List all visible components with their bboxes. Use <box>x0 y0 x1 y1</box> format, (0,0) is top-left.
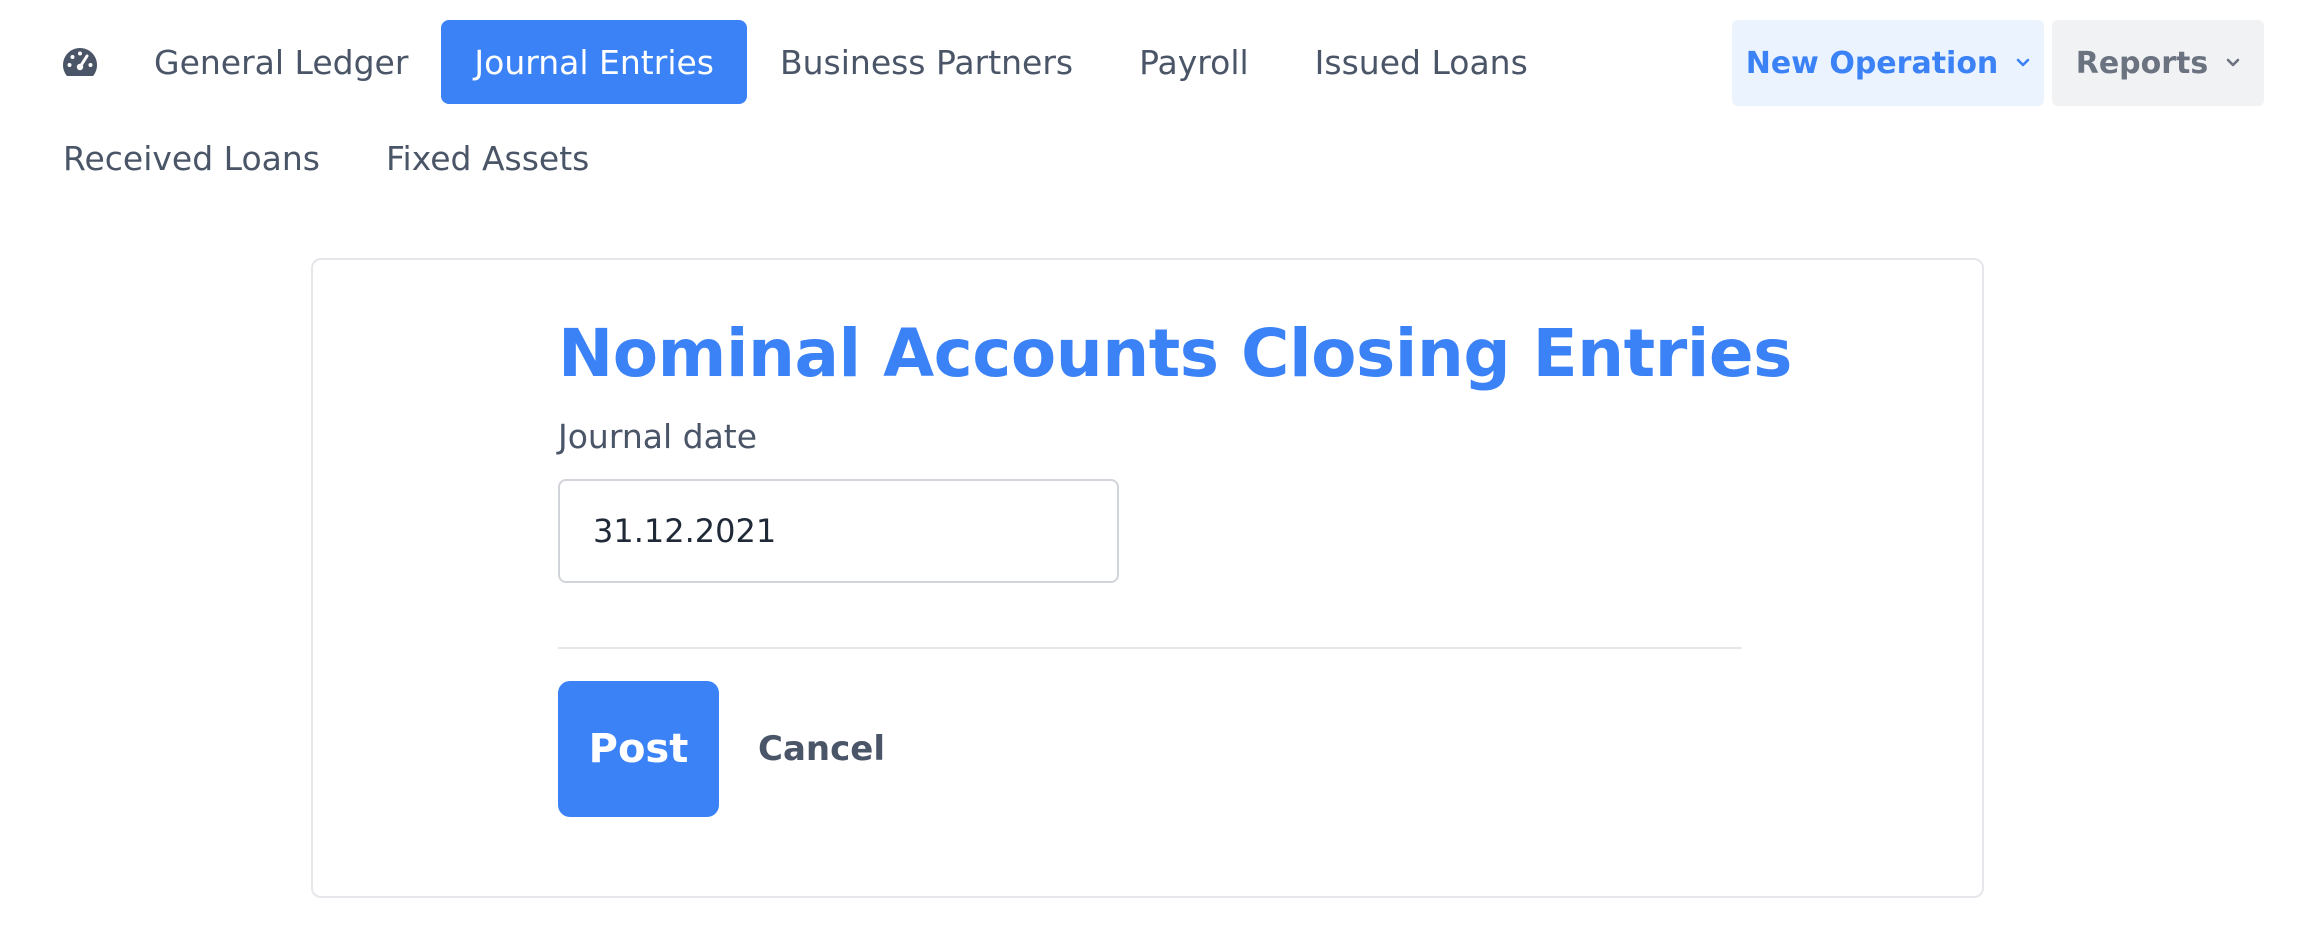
nav-link-general-ledger[interactable]: General Ledger <box>121 20 441 104</box>
reports-label: Reports <box>2075 45 2209 81</box>
page: General Ledger Journal Entries Business … <box>0 0 2314 938</box>
dashboard-gauge-icon[interactable] <box>43 20 121 104</box>
chevron-down-icon <box>2016 58 2030 68</box>
chevron-down-icon <box>2226 58 2240 68</box>
journal-date-input[interactable] <box>558 479 1119 583</box>
post-button[interactable]: Post <box>558 681 719 817</box>
new-operation-label: New Operation <box>1745 45 1999 81</box>
form-divider <box>558 647 1742 649</box>
new-operation-dropdown[interactable]: New Operation <box>1732 20 2044 106</box>
closing-entries-card: Nominal Accounts Closing Entries Journal… <box>311 258 1984 898</box>
nav-link-fixed-assets[interactable]: Fixed Assets <box>353 118 622 198</box>
nav-link-received-loans[interactable]: Received Loans <box>43 118 353 198</box>
nav-row-secondary: Received Loans Fixed Assets <box>43 118 622 198</box>
page-title: Nominal Accounts Closing Entries <box>558 315 1792 392</box>
journal-date-label: Journal date <box>558 417 758 456</box>
nav-link-business-partners[interactable]: Business Partners <box>747 20 1106 104</box>
nav-link-journal-entries[interactable]: Journal Entries <box>441 20 747 104</box>
nav-link-issued-loans[interactable]: Issued Loans <box>1282 20 1561 104</box>
nav-link-payroll[interactable]: Payroll <box>1106 20 1282 104</box>
reports-dropdown[interactable]: Reports <box>2052 20 2264 106</box>
cancel-button[interactable]: Cancel <box>736 681 907 817</box>
nav-actions: New Operation Reports <box>1732 20 2264 106</box>
nav-row-primary: General Ledger Journal Entries Business … <box>43 20 1561 104</box>
main-navigation: General Ledger Journal Entries Business … <box>0 0 2314 200</box>
